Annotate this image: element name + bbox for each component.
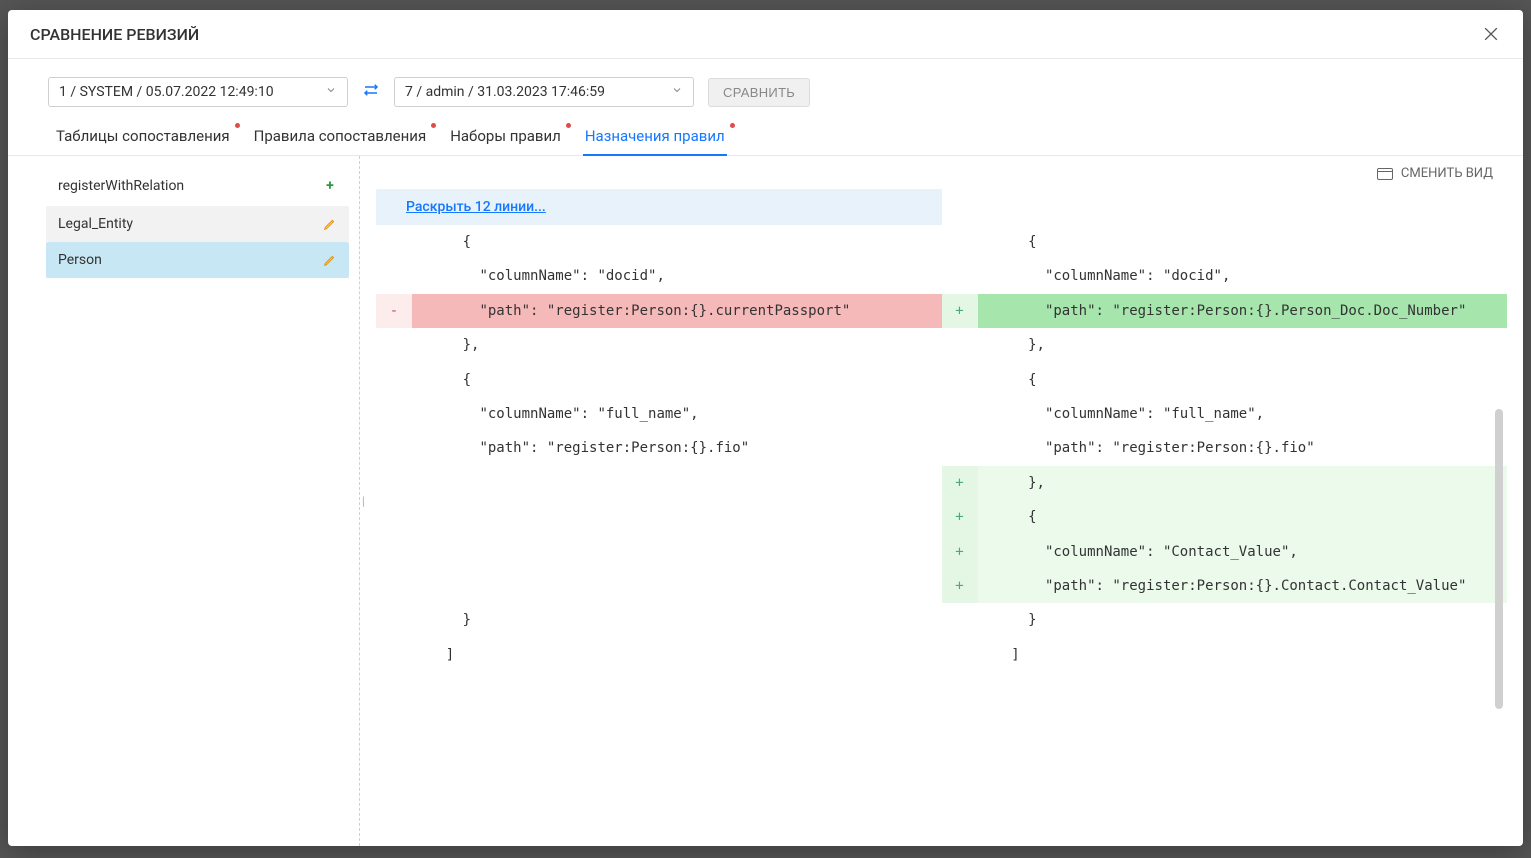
modal-body: 1 / SYSTEM / 05.07.2022 12:49:10 7 / adm… bbox=[8, 59, 1523, 846]
diff-line: "columnName": "full_name", bbox=[942, 397, 1508, 431]
sidebar-item-label: Person bbox=[58, 252, 102, 268]
diff-right-column: . { "columnName": "docid", + "path": "re… bbox=[942, 189, 1508, 846]
left-revision-value: 1 / SYSTEM / 05.07.2022 12:49:10 bbox=[59, 84, 274, 100]
compare-button[interactable]: СРАВНИТЬ bbox=[708, 78, 810, 107]
diff-panel: СМЕНИТЬ ВИД Раскрыть 12 линии... { "colu… bbox=[360, 156, 1523, 846]
chevron-down-icon bbox=[325, 84, 337, 100]
tab-mapping-tables[interactable]: Таблицы сопоставления bbox=[54, 119, 232, 155]
sidebar-item-register[interactable]: registerWithRelation + bbox=[46, 168, 349, 204]
diff-line: { bbox=[942, 363, 1508, 397]
diff-line-added: + { bbox=[942, 500, 1508, 534]
diff-line: "columnName": "docid", bbox=[376, 259, 942, 293]
diff-line: }, bbox=[942, 328, 1508, 362]
diff-line-added: + }, bbox=[942, 466, 1508, 500]
sidebar-item-label: registerWithRelation bbox=[58, 178, 184, 194]
diff-line: "columnName": "docid", bbox=[942, 259, 1508, 293]
swap-icon[interactable] bbox=[362, 81, 380, 103]
chevron-down-icon bbox=[671, 84, 683, 100]
right-revision-select[interactable]: 7 / admin / 31.03.2023 17:46:59 bbox=[394, 77, 694, 107]
diff-line: "path": "register:Person:{}.fio" bbox=[376, 431, 942, 465]
change-dot-icon bbox=[431, 123, 436, 128]
diff-line: "path": "register:Person:{}.fio" bbox=[942, 431, 1508, 465]
diff-line: } bbox=[942, 603, 1508, 637]
diff-line bbox=[376, 500, 942, 534]
tab-mapping-rules[interactable]: Правила сопоставления bbox=[252, 119, 429, 155]
modal: СРАВНЕНИЕ РЕВИЗИЙ 1 / SYSTEM / 05.07.202… bbox=[8, 10, 1523, 846]
sidebar: registerWithRelation + Legal_Entity Pers… bbox=[8, 156, 360, 846]
layout-icon bbox=[1377, 168, 1393, 180]
change-dot-icon bbox=[730, 123, 735, 128]
sidebar-item-label: Legal_Entity bbox=[58, 216, 133, 232]
diff-line: "columnName": "full_name", bbox=[376, 397, 942, 431]
diff-line: ] bbox=[942, 638, 1508, 672]
change-view-button[interactable]: СМЕНИТЬ ВИД bbox=[1401, 166, 1493, 181]
diff-toolbar: СМЕНИТЬ ВИД bbox=[360, 156, 1523, 185]
diff-left-column: Раскрыть 12 линии... { "columnName": "do… bbox=[376, 189, 942, 846]
tab-rule-assignments[interactable]: Назначения правил bbox=[583, 119, 727, 155]
sidebar-item-legal-entity[interactable]: Legal_Entity bbox=[46, 206, 349, 242]
pencil-icon bbox=[321, 217, 339, 231]
diff-line: }, bbox=[376, 328, 942, 362]
left-revision-select[interactable]: 1 / SYSTEM / 05.07.2022 12:49:10 bbox=[48, 77, 348, 107]
diff-line: ] bbox=[376, 638, 942, 672]
pencil-icon bbox=[321, 253, 339, 267]
diff-line: { bbox=[376, 363, 942, 397]
modal-header: СРАВНЕНИЕ РЕВИЗИЙ bbox=[8, 10, 1523, 59]
sidebar-item-person[interactable]: Person bbox=[46, 242, 349, 278]
content: registerWithRelation + Legal_Entity Pers… bbox=[8, 156, 1523, 846]
right-revision-value: 7 / admin / 31.03.2023 17:46:59 bbox=[405, 84, 605, 100]
diff-line-removed: - "path": "register:Person:{}.currentPas… bbox=[376, 294, 942, 328]
plus-icon: + bbox=[321, 178, 339, 194]
diff-line-added: + "path": "register:Person:{}.Contact.Co… bbox=[942, 569, 1508, 603]
diff-line-added: + "path": "register:Person:{}.Person_Doc… bbox=[942, 294, 1508, 328]
diff-view: Раскрыть 12 линии... { "columnName": "do… bbox=[376, 189, 1507, 846]
diff-line: { bbox=[942, 225, 1508, 259]
diff-line-added: + "columnName": "Contact_Value", bbox=[942, 535, 1508, 569]
diff-line bbox=[376, 535, 942, 569]
tabs: Таблицы сопоставления Правила сопоставле… bbox=[8, 113, 1523, 156]
modal-overlay: СРАВНЕНИЕ РЕВИЗИЙ 1 / SYSTEM / 05.07.202… bbox=[0, 0, 1531, 858]
modal-title: СРАВНЕНИЕ РЕВИЗИЙ bbox=[30, 25, 199, 44]
revision-toolbar: 1 / SYSTEM / 05.07.2022 12:49:10 7 / adm… bbox=[8, 59, 1523, 113]
diff-line: { bbox=[376, 225, 942, 259]
diff-line: } bbox=[376, 603, 942, 637]
change-dot-icon bbox=[235, 123, 240, 128]
change-dot-icon bbox=[566, 123, 571, 128]
scrollbar[interactable] bbox=[1495, 409, 1503, 709]
close-icon[interactable] bbox=[1481, 24, 1501, 44]
tab-rule-sets[interactable]: Наборы правил bbox=[448, 119, 563, 155]
expand-link[interactable]: Раскрыть 12 линии... bbox=[406, 199, 546, 215]
diff-line bbox=[376, 466, 942, 500]
expand-row: Раскрыть 12 линии... bbox=[376, 189, 942, 225]
diff-line bbox=[376, 569, 942, 603]
